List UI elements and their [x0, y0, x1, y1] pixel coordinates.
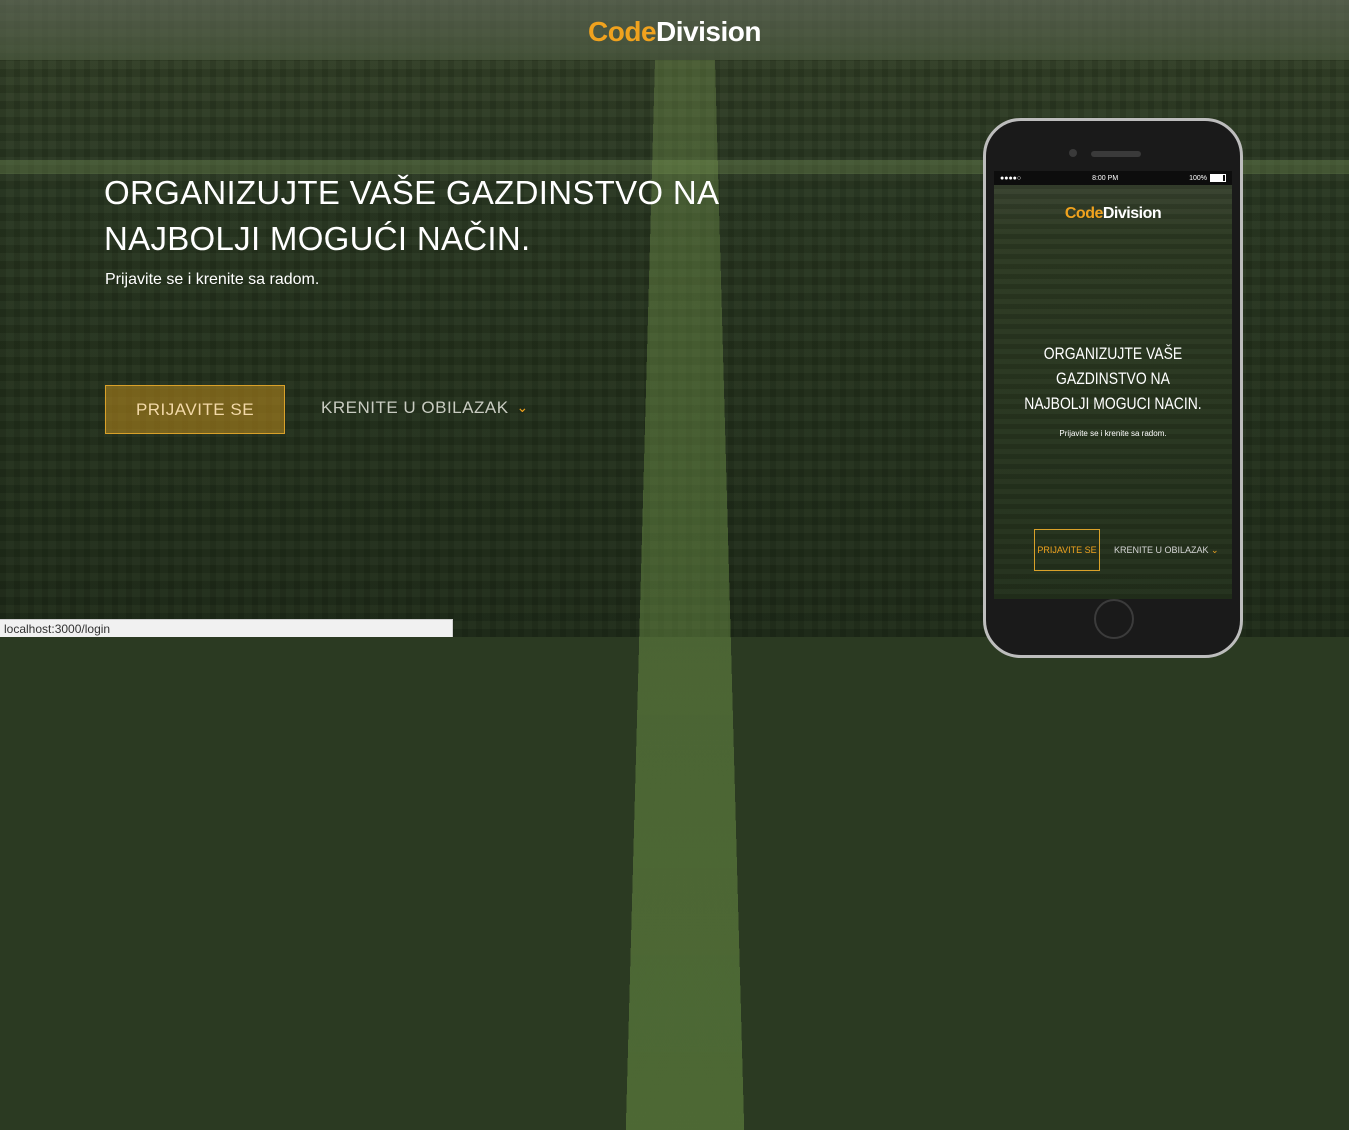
phone-login-button: PRIJAVITE SE: [1034, 529, 1100, 571]
brand-logo[interactable]: CodeDivision: [0, 16, 1349, 48]
tour-link-label: KRENITE U OBILAZAK: [321, 398, 509, 417]
phone-mockup: ●●●●○ 8:00 PM 100% CodeDivision ORGANIZU…: [983, 118, 1243, 658]
phone-chevron-down-icon: ⌄: [1211, 545, 1219, 555]
login-button[interactable]: PRIJAVITE SE: [105, 385, 285, 434]
hero-headline-line1: ORGANIZUJTE VAŠE GAZDINSTVO NA: [104, 174, 720, 211]
phone-time: 8:00 PM: [1092, 174, 1119, 182]
brand-code: Code: [588, 16, 657, 47]
tour-link[interactable]: KRENITE U OBILAZAK ⌄: [321, 398, 529, 418]
phone-headline: ORGANIZUJTE VAŠE GAZDINSTVO NA NAJBOLJI …: [1024, 344, 1202, 413]
phone-camera: [1069, 149, 1077, 157]
battery-icon: [1210, 174, 1226, 182]
browser-status-url: localhost:3000/login: [0, 619, 453, 637]
phone-battery: 100%: [1189, 174, 1226, 182]
chevron-down-icon: ⌄: [516, 398, 529, 415]
phone-speaker: [1091, 151, 1141, 157]
phone-tour-link: KRENITE U OBILAZAK ⌄: [1114, 545, 1219, 555]
phone-brand-logo: CodeDivision: [1064, 205, 1162, 222]
phone-home-button: [1094, 599, 1134, 639]
brand-division: Division: [656, 16, 761, 47]
signal-icon: ●●●●○: [1000, 174, 1022, 182]
hero-headline: ORGANIZUJTE VAŠE GAZDINSTVO NA NAJBOLJI …: [104, 170, 804, 262]
phone-screen: ●●●●○ 8:00 PM 100% CodeDivision ORGANIZU…: [994, 171, 1232, 599]
phone-status-bar: ●●●●○ 8:00 PM 100%: [994, 171, 1232, 185]
phone-subline: Prijavite se i krenite sa radom.: [1059, 429, 1167, 438]
hero-headline-line2: NAJBOLJI MOGUĆI NAČIN.: [104, 220, 531, 257]
hero-subline: Prijavite se i krenite sa radom.: [105, 271, 320, 288]
